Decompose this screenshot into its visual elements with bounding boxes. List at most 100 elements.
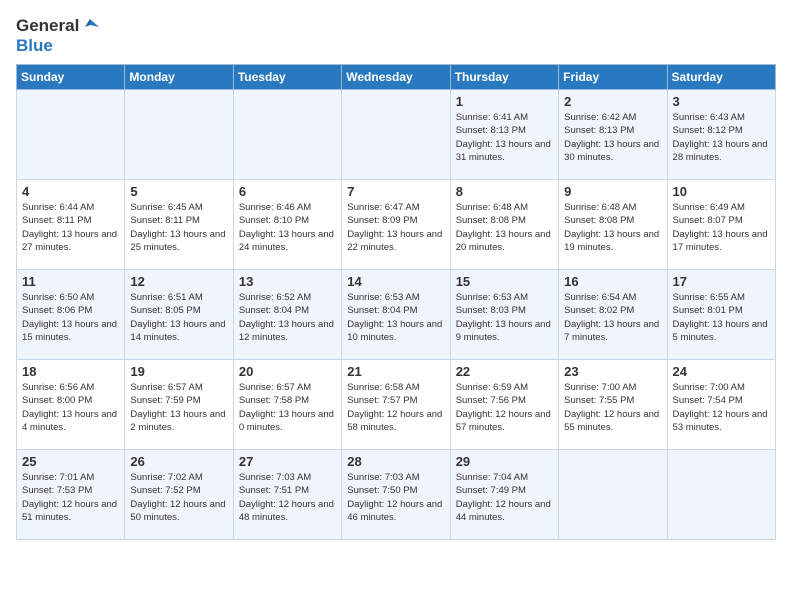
day-info: Sunrise: 6:57 AM Sunset: 7:58 PM Dayligh… <box>239 381 336 434</box>
day-info: Sunrise: 7:04 AM Sunset: 7:49 PM Dayligh… <box>456 471 553 524</box>
calendar-cell: 12 Sunrise: 6:51 AM Sunset: 8:05 PM Dayli… <box>125 270 233 360</box>
day-number: 15 <box>456 274 553 289</box>
day-info: Sunrise: 6:46 AM Sunset: 8:10 PM Dayligh… <box>239 201 336 254</box>
day-info: Sunrise: 6:53 AM Sunset: 8:04 PM Dayligh… <box>347 291 444 344</box>
day-number: 22 <box>456 364 553 379</box>
calendar-header-row: SundayMondayTuesdayWednesdayThursdayFrid… <box>17 65 776 90</box>
calendar-cell: 3 Sunrise: 6:43 AM Sunset: 8:12 PM Daylig… <box>667 90 775 180</box>
calendar-cell: 20 Sunrise: 6:57 AM Sunset: 7:58 PM Dayli… <box>233 360 341 450</box>
day-info: Sunrise: 6:59 AM Sunset: 7:56 PM Dayligh… <box>456 381 553 434</box>
calendar-cell: 23 Sunrise: 7:00 AM Sunset: 7:55 PM Dayli… <box>559 360 667 450</box>
day-info: Sunrise: 6:52 AM Sunset: 8:04 PM Dayligh… <box>239 291 336 344</box>
calendar-cell <box>667 450 775 540</box>
calendar-cell: 29 Sunrise: 7:04 AM Sunset: 7:49 PM Dayli… <box>450 450 558 540</box>
calendar-week-row: 18 Sunrise: 6:56 AM Sunset: 8:00 PM Dayli… <box>17 360 776 450</box>
day-number: 3 <box>673 94 770 109</box>
day-info: Sunrise: 6:57 AM Sunset: 7:59 PM Dayligh… <box>130 381 227 434</box>
day-info: Sunrise: 6:49 AM Sunset: 8:07 PM Dayligh… <box>673 201 770 254</box>
day-header-monday: Monday <box>125 65 233 90</box>
day-number: 14 <box>347 274 444 289</box>
day-info: Sunrise: 7:01 AM Sunset: 7:53 PM Dayligh… <box>22 471 119 524</box>
calendar-cell: 26Sunrise: 7:02 AM Sunset: 7:52 PM Dayli… <box>125 450 233 540</box>
calendar-cell: 15 Sunrise: 6:53 AM Sunset: 8:03 PM Dayli… <box>450 270 558 360</box>
day-header-wednesday: Wednesday <box>342 65 450 90</box>
day-header-thursday: Thursday <box>450 65 558 90</box>
calendar-cell: 27 Sunrise: 7:03 AM Sunset: 7:51 PM Dayli… <box>233 450 341 540</box>
calendar-week-row: 4 Sunrise: 6:44 AM Sunset: 8:11 PM Daylig… <box>17 180 776 270</box>
calendar-cell: 10 Sunrise: 6:49 AM Sunset: 8:07 PM Dayli… <box>667 180 775 270</box>
day-info: Sunrise: 6:55 AM Sunset: 8:01 PM Dayligh… <box>673 291 770 344</box>
calendar-cell <box>125 90 233 180</box>
calendar-week-row: 1 Sunrise: 6:41 AM Sunset: 8:13 PM Daylig… <box>17 90 776 180</box>
calendar-cell: 4 Sunrise: 6:44 AM Sunset: 8:11 PM Daylig… <box>17 180 125 270</box>
logo: General Blue <box>16 16 99 56</box>
day-info: Sunrise: 6:54 AM Sunset: 8:02 PM Dayligh… <box>564 291 661 344</box>
calendar-cell: 17 Sunrise: 6:55 AM Sunset: 8:01 PM Dayli… <box>667 270 775 360</box>
day-info: Sunrise: 7:00 AM Sunset: 7:55 PM Dayligh… <box>564 381 661 434</box>
day-number: 12 <box>130 274 227 289</box>
day-info: Sunrise: 6:53 AM Sunset: 8:03 PM Dayligh… <box>456 291 553 344</box>
day-header-sunday: Sunday <box>17 65 125 90</box>
calendar-table: SundayMondayTuesdayWednesdayThursdayFrid… <box>16 64 776 540</box>
day-number: 4 <box>22 184 119 199</box>
calendar-cell: 19 Sunrise: 6:57 AM Sunset: 7:59 PM Dayli… <box>125 360 233 450</box>
day-info: Sunrise: 7:03 AM Sunset: 7:50 PM Dayligh… <box>347 471 444 524</box>
calendar-cell: 2 Sunrise: 6:42 AM Sunset: 8:13 PM Daylig… <box>559 90 667 180</box>
day-info: Sunrise: 6:58 AM Sunset: 7:57 PM Dayligh… <box>347 381 444 434</box>
day-number: 18 <box>22 364 119 379</box>
calendar-cell: 9Sunrise: 6:48 AM Sunset: 8:08 PM Daylig… <box>559 180 667 270</box>
logo-general-text: General <box>16 16 79 36</box>
day-info: Sunrise: 6:47 AM Sunset: 8:09 PM Dayligh… <box>347 201 444 254</box>
day-number: 23 <box>564 364 661 379</box>
day-info: Sunrise: 7:03 AM Sunset: 7:51 PM Dayligh… <box>239 471 336 524</box>
day-number: 19 <box>130 364 227 379</box>
day-info: Sunrise: 6:41 AM Sunset: 8:13 PM Dayligh… <box>456 111 553 164</box>
day-number: 8 <box>456 184 553 199</box>
day-info: Sunrise: 7:00 AM Sunset: 7:54 PM Dayligh… <box>673 381 770 434</box>
logo-blue-text: Blue <box>16 36 53 56</box>
calendar-cell <box>233 90 341 180</box>
day-number: 27 <box>239 454 336 469</box>
calendar-cell: 24 Sunrise: 7:00 AM Sunset: 7:54 PM Dayli… <box>667 360 775 450</box>
day-info: Sunrise: 6:50 AM Sunset: 8:06 PM Dayligh… <box>22 291 119 344</box>
day-number: 1 <box>456 94 553 109</box>
day-number: 25 <box>22 454 119 469</box>
calendar-cell: 11 Sunrise: 6:50 AM Sunset: 8:06 PM Dayli… <box>17 270 125 360</box>
calendar-cell <box>342 90 450 180</box>
calendar-cell: 22 Sunrise: 6:59 AM Sunset: 7:56 PM Dayli… <box>450 360 558 450</box>
day-info: Sunrise: 6:44 AM Sunset: 8:11 PM Dayligh… <box>22 201 119 254</box>
day-number: 29 <box>456 454 553 469</box>
calendar-cell: 5 Sunrise: 6:45 AM Sunset: 8:11 PM Daylig… <box>125 180 233 270</box>
calendar-cell: 16Sunrise: 6:54 AM Sunset: 8:02 PM Dayli… <box>559 270 667 360</box>
day-header-saturday: Saturday <box>667 65 775 90</box>
day-info: Sunrise: 6:45 AM Sunset: 8:11 PM Dayligh… <box>130 201 227 254</box>
day-info: Sunrise: 6:56 AM Sunset: 8:00 PM Dayligh… <box>22 381 119 434</box>
day-number: 13 <box>239 274 336 289</box>
calendar-cell <box>559 450 667 540</box>
day-number: 21 <box>347 364 444 379</box>
day-info: Sunrise: 7:02 AM Sunset: 7:52 PM Dayligh… <box>130 471 227 524</box>
day-number: 24 <box>673 364 770 379</box>
day-number: 10 <box>673 184 770 199</box>
day-number: 7 <box>347 184 444 199</box>
day-number: 17 <box>673 274 770 289</box>
calendar-week-row: 25 Sunrise: 7:01 AM Sunset: 7:53 PM Dayli… <box>17 450 776 540</box>
calendar-cell: 14 Sunrise: 6:53 AM Sunset: 8:04 PM Dayli… <box>342 270 450 360</box>
page-header: General Blue <box>16 16 776 56</box>
logo-bird-icon <box>81 17 99 35</box>
day-number: 11 <box>22 274 119 289</box>
day-number: 5 <box>130 184 227 199</box>
day-info: Sunrise: 6:51 AM Sunset: 8:05 PM Dayligh… <box>130 291 227 344</box>
calendar-cell: 21 Sunrise: 6:58 AM Sunset: 7:57 PM Dayli… <box>342 360 450 450</box>
calendar-cell: 6 Sunrise: 6:46 AM Sunset: 8:10 PM Daylig… <box>233 180 341 270</box>
calendar-cell: 28 Sunrise: 7:03 AM Sunset: 7:50 PM Dayli… <box>342 450 450 540</box>
day-number: 2 <box>564 94 661 109</box>
day-info: Sunrise: 6:43 AM Sunset: 8:12 PM Dayligh… <box>673 111 770 164</box>
day-info: Sunrise: 6:42 AM Sunset: 8:13 PM Dayligh… <box>564 111 661 164</box>
day-number: 9 <box>564 184 661 199</box>
calendar-cell: 13 Sunrise: 6:52 AM Sunset: 8:04 PM Dayli… <box>233 270 341 360</box>
day-number: 6 <box>239 184 336 199</box>
day-number: 28 <box>347 454 444 469</box>
day-number: 20 <box>239 364 336 379</box>
day-header-tuesday: Tuesday <box>233 65 341 90</box>
